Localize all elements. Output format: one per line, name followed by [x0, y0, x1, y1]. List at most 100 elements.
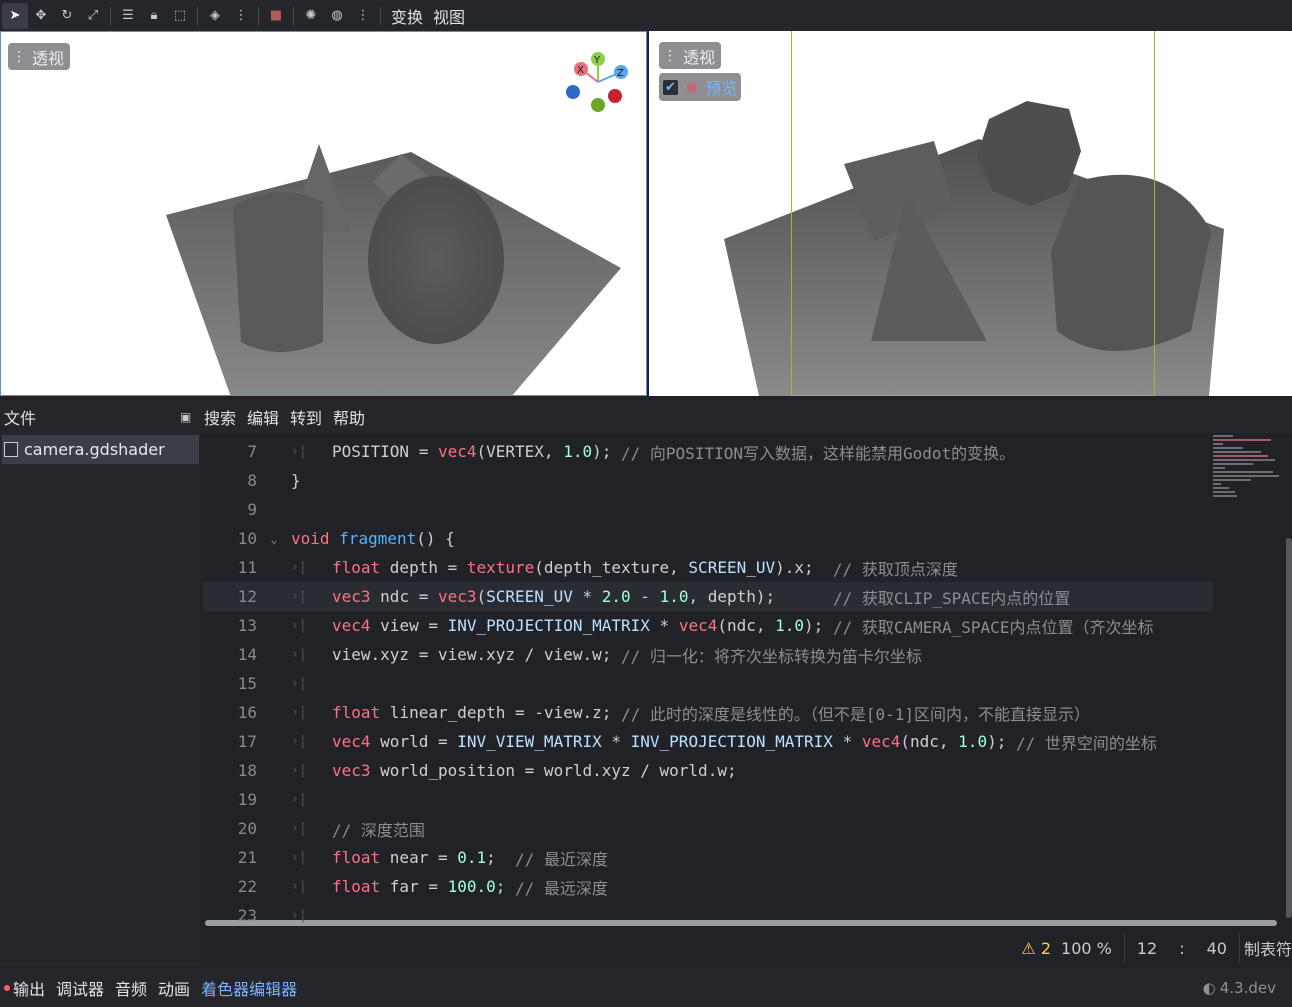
move-icon: ✥ — [35, 8, 47, 23]
tab-animation[interactable]: 动画 — [158, 976, 190, 1000]
gizmo-neg-y-axis[interactable] — [591, 98, 605, 112]
code-line[interactable]: 18 ›| vec3 world_position = world.xyz / wo… — [203, 756, 1213, 785]
code-token: * — [832, 732, 862, 751]
gizmo-neg-x-axis[interactable] — [608, 89, 622, 103]
code-token: // 获取顶点深度 — [832, 559, 958, 579]
preview-checkbox[interactable]: ✔ — [663, 79, 678, 95]
code-minimap[interactable] — [1213, 433, 1283, 513]
tab-marker-icon: ›| — [291, 821, 307, 836]
scale-tool-button[interactable]: ⤢ — [80, 3, 106, 29]
code-line[interactable]: 14 ›| view.xyz = view.xyz / view.w; // 归一化… — [203, 640, 1213, 669]
code-line[interactable]: 10 ⌄ void fragment() { — [203, 524, 1213, 553]
camera-preview-toggle[interactable]: ✔ ■ 预览 — [659, 73, 742, 101]
line-number: 23 — [237, 906, 257, 925]
search-menu[interactable]: 搜索 — [204, 405, 236, 429]
perspective-menu-left[interactable]: ⋮ 透视 — [8, 43, 71, 70]
tab-output[interactable]: 输出 — [13, 976, 45, 1000]
file-list-item[interactable]: camera.gdshader — [2, 435, 199, 464]
help-menu[interactable]: 帮助 — [333, 405, 365, 429]
warning-count[interactable]: ⚠ 2 — [1021, 939, 1051, 958]
code-line[interactable]: 17 ›| vec4 world = INV_VIEW_MATRIX * INV_P… — [203, 727, 1213, 756]
code-line[interactable]: 16 ›| float linear_depth = -view.z; // 此时的… — [203, 698, 1213, 727]
warning-count-value: 2 — [1040, 938, 1052, 958]
code-token: * — [649, 616, 679, 635]
code-line[interactable]: 22 ›| float far = 100.0; // 最远深度 — [203, 872, 1213, 901]
code-line[interactable]: 12 ›| vec3 ndc = vec3(SCREEN_UV * 2.0 - 1.… — [203, 582, 1213, 611]
code-line[interactable]: 15 ›| — [203, 669, 1213, 698]
select-tool-button[interactable]: ➤ — [2, 2, 28, 29]
code-token: ( — [476, 587, 487, 606]
code-line[interactable]: 9 — [203, 495, 1213, 524]
rotate-icon: ↻ — [61, 8, 73, 23]
code-line[interactable]: 20 ›| // 深度范围 — [203, 814, 1213, 843]
code-token: // 最远深度 — [515, 878, 608, 898]
globe-icon: ◍ — [331, 8, 343, 23]
tab-marker-icon: ›| — [291, 792, 307, 807]
viewport-right[interactable]: ⋮ 透视 ✔ ■ 预览 — [649, 31, 1292, 396]
tab-debugger[interactable]: 调试器 — [56, 976, 104, 1000]
code-token: vec4 — [861, 732, 901, 751]
zoom-level[interactable]: 100 % — [1061, 939, 1112, 958]
code-token: far = — [389, 877, 448, 896]
fold-arrow-icon[interactable]: ⌄ — [257, 532, 291, 546]
code-token: depth = — [389, 558, 467, 577]
line-number: 20 — [237, 819, 257, 838]
line-number: 19 — [237, 790, 257, 809]
tab-shader-editor[interactable]: 着色器编辑器 — [201, 976, 297, 1000]
line-number: 14 — [237, 645, 257, 664]
line-number: 11 — [237, 558, 257, 577]
view-menu[interactable]: 视图 — [433, 4, 465, 28]
indent-mode[interactable]: 制表符 — [1244, 936, 1292, 960]
code-line[interactable]: 8} — [203, 466, 1213, 495]
rotate-tool-button[interactable]: ↻ — [54, 3, 80, 29]
code-token: // 归一化：将齐次坐标转换为笛卡尔坐标 — [620, 646, 922, 666]
list-select-button[interactable]: ☰ — [115, 3, 141, 29]
code-token: 1.0 — [563, 442, 593, 461]
orientation-gizmo[interactable]: Y X Z — [563, 50, 633, 120]
tab-marker-icon: ›| — [291, 676, 307, 691]
cursor-colon: : — [1179, 938, 1185, 958]
toggle-files-panel-icon[interactable]: ▣ — [180, 410, 194, 424]
camera-preview-frame — [791, 31, 1155, 396]
perspective-menu-right[interactable]: ⋮ 透视 — [659, 42, 722, 69]
lock-button[interactable]: 🔒︎ — [141, 3, 167, 29]
tab-marker-icon: ›| — [291, 705, 307, 720]
preview-label: 预览 — [705, 79, 738, 98]
sun-preview-button[interactable]: ✺ — [298, 3, 324, 29]
tab-audio[interactable]: 音频 — [115, 976, 147, 1000]
code-line[interactable]: 7 ›| POSITION = vec4 (VERTEX, 1.0); // 向POS… — [203, 437, 1213, 466]
code-token: // 世界空间的坐标 — [1015, 733, 1157, 753]
code-line[interactable]: 21 ›| float near = 0.1; // 最近深度 — [203, 843, 1213, 872]
code-token: void — [291, 529, 340, 548]
code-token: (ndc, — [717, 616, 776, 635]
transform-menu[interactable]: 变换 — [391, 4, 423, 28]
goto-menu[interactable]: 转到 — [290, 405, 322, 429]
perspective-label: 透视 — [32, 48, 65, 68]
code-token: ); — [592, 442, 622, 461]
code-line[interactable]: 23 ›| — [203, 901, 1213, 928]
file-menu[interactable]: 文件 — [0, 405, 180, 429]
code-editor[interactable]: 7 ›| POSITION = vec4 (VERTEX, 1.0); // 向POS… — [203, 433, 1292, 928]
code-line[interactable]: 19 ›| — [203, 785, 1213, 814]
more-options-button[interactable]: ⋮ — [350, 3, 376, 29]
toolbar-separator — [293, 6, 294, 25]
tab-marker-icon: ›| — [291, 444, 307, 459]
code-token: 1.0 — [958, 732, 988, 751]
camera-override-button[interactable]: ■ — [263, 3, 289, 29]
group-button[interactable]: ⬚ — [167, 3, 193, 29]
code-line[interactable]: 11 ›| float depth = texture (depth_texture,… — [203, 553, 1213, 582]
viewport-toolbar: ➤ ✥ ↻ ⤢ ☰ 🔒︎ ⬚ ◈ ⋮ ■ ✺ ◍ ⋮ 变换 视图 — [0, 0, 1292, 31]
local-space-button[interactable]: ◈ — [202, 3, 228, 29]
environment-preview-button[interactable]: ◍ — [324, 3, 350, 29]
viewport-left[interactable]: ⋮ 透视 Y X Z — [0, 31, 647, 396]
cylinder-mesh — [233, 192, 323, 352]
gizmo-neg-z-axis[interactable] — [566, 85, 580, 99]
warning-icon: ⚠ — [1021, 938, 1036, 958]
code-token: SCREEN_UV — [486, 587, 573, 606]
move-tool-button[interactable]: ✥ — [28, 3, 54, 29]
edit-menu[interactable]: 编辑 — [247, 405, 279, 429]
code-line[interactable]: 13 ›| vec4 view = INV_PROJECTION_MATRIX * … — [203, 611, 1213, 640]
snap-button[interactable]: ⋮ — [228, 3, 254, 29]
gizmo-x-label: X — [577, 65, 584, 76]
vertical-scrollbar[interactable] — [1286, 538, 1292, 918]
